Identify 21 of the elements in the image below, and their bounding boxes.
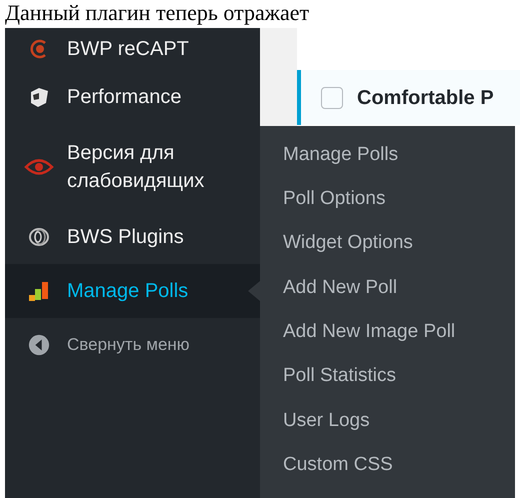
submenu-item[interactable]: Widget Options	[260, 222, 515, 266]
menu-item[interactable]: Manage Polls	[5, 264, 260, 318]
collapse-menu-button[interactable]: Свернуть меню	[5, 318, 260, 372]
submenu-item[interactable]: Add New Image Poll	[260, 310, 515, 354]
menu-item[interactable]: BWS Plugins	[5, 210, 260, 264]
row-title: Comfortable P	[357, 86, 494, 110]
menu-item[interactable]: Performance	[5, 70, 260, 124]
notice-text: Данный плагин теперь отражает	[5, 0, 310, 25]
submenu-item[interactable]: Manage Polls	[260, 133, 515, 178]
submenu-item[interactable]: User Logs	[260, 398, 515, 444]
checkbox[interactable]	[321, 86, 343, 108]
submenu-item[interactable]: Poll Statistics	[260, 354, 515, 399]
submenu-item[interactable]: Custom CSS	[260, 443, 515, 488]
menu-item[interactable]: BWP reCAPT	[5, 28, 260, 70]
swirl-icon	[27, 225, 51, 249]
eye-icon	[24, 157, 54, 177]
menu-item[interactable]: Версия для слабовидящих	[5, 124, 260, 210]
bar-chart-icon	[27, 279, 51, 303]
collapse-icon	[28, 334, 50, 356]
submenu-item[interactable]: Poll Options	[260, 177, 515, 222]
submenu-item[interactable]: Add New Poll	[260, 266, 515, 310]
